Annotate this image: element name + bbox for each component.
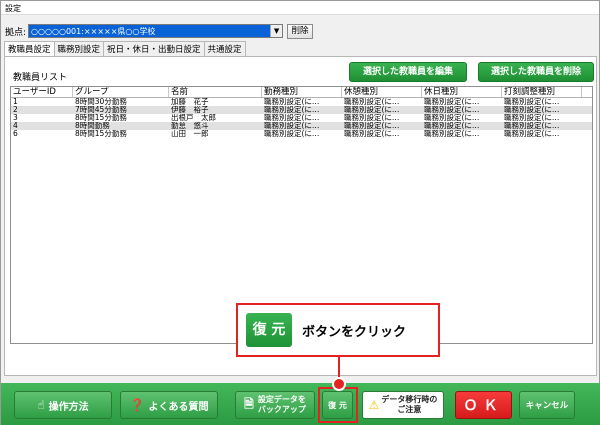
cell-user-id: 2 [13, 106, 18, 114]
cell-stamp-type: 職務別設定(に… [504, 98, 560, 106]
cell-stamp-type: 職務別設定(に… [504, 130, 560, 138]
cell-group: 7時間45分勤務 [75, 106, 127, 114]
column-header[interactable]: 打刻調整種別 [502, 87, 582, 97]
callout-instruction: ボタンをクリック [302, 324, 407, 340]
cell-holiday-type: 職務別設定(に… [424, 114, 480, 122]
operations-guide-label: 操作方法 [48, 401, 89, 413]
tab-common-settings[interactable]: 共通設定 [203, 41, 246, 56]
cell-group: 8時間15分勤務 [75, 130, 127, 138]
cell-holiday-type: 職務別設定(に… [424, 122, 480, 130]
table-row[interactable]: 2 7時間45分勤務 伊藤 裕子 職務別設定(に… 職務別設定(に… 職務別設定… [11, 106, 592, 114]
table-row[interactable]: 3 8時間15分勤務 出根戸 太郎 職務別設定(に… 職務別設定(に… 職務別設… [11, 114, 592, 122]
cell-work-type: 職務別設定(に… [264, 130, 320, 138]
warning-icon: ⚠ [368, 398, 380, 412]
table-row[interactable]: 4 8時間勤務 勤怠 悠斗 職務別設定(に… 職務別設定(に… 職務別設定(に…… [11, 122, 592, 130]
restore-highlight-frame [318, 387, 358, 423]
tab-staff-settings[interactable]: 教職員設定 [4, 41, 55, 57]
cell-name: 勤怠 悠斗 [171, 122, 209, 130]
cell-stamp-type: 職務別設定(に… [504, 122, 560, 130]
cell-user-id: 6 [13, 130, 18, 138]
hand-pointer-icon: ☝ [37, 398, 45, 412]
cell-stamp-type: 職務別設定(に… [504, 114, 560, 122]
cell-holiday-type: 職務別設定(に… [424, 98, 480, 106]
cell-user-id: 3 [13, 114, 18, 122]
cell-group: 8時間15分勤務 [75, 114, 127, 122]
tab-job-settings[interactable]: 職務別設定 [53, 41, 105, 56]
ok-button[interactable]: ＯＫ [455, 391, 512, 419]
column-header[interactable]: グループ [73, 87, 169, 97]
chevron-down-icon[interactable]: ▼ [270, 25, 283, 37]
cell-break-type: 職務別設定(に… [344, 122, 400, 130]
operations-guide-button[interactable]: ☝ 操作方法 [14, 391, 112, 419]
cell-user-id: 1 [13, 98, 18, 106]
delete-selected-staff-button[interactable]: 選択した教職員を削除 [478, 62, 594, 82]
cell-holiday-type: 職務別設定(に… [424, 130, 480, 138]
faq-label: よくある質問 [148, 401, 209, 413]
cell-work-type: 職務別設定(に… [264, 122, 320, 130]
cancel-button[interactable]: キャンセル [519, 391, 575, 419]
backup-settings-button[interactable]: 🗎 設定データを バックアップ [235, 391, 315, 419]
cell-work-type: 職務別設定(に… [264, 106, 320, 114]
backup-label-line2: バックアップ [257, 405, 306, 414]
faq-icon: ❓ [129, 398, 145, 412]
backup-label-line1: 設定データを [257, 395, 306, 404]
cell-holiday-type: 職務別設定(に… [424, 106, 480, 114]
cell-user-id: 4 [13, 122, 18, 130]
cell-name: 加藤 花子 [171, 98, 209, 106]
site-dropdown[interactable]: ○○○○○001:×××××県○○学校 ▼ [28, 24, 284, 38]
column-header[interactable]: 名前 [169, 87, 262, 97]
callout-pointer-dot [332, 377, 346, 391]
backup-label: 設定データを バックアップ [258, 395, 306, 415]
cell-name: 山田 一郎 [171, 130, 209, 138]
notice-label: データ移行時の ご注意 [381, 395, 437, 415]
site-label: 拠点: [5, 27, 27, 38]
callout-restore-badge: 復 元 [246, 313, 292, 347]
table-row[interactable]: 6 8時間15分勤務 山田 一郎 職務別設定(に… 職務別設定(に… 職務別設定… [11, 130, 592, 138]
faq-button[interactable]: ❓ よくある質問 [120, 391, 218, 419]
cell-break-type: 職務別設定(に… [344, 98, 400, 106]
cell-break-type: 職務別設定(に… [344, 130, 400, 138]
data-migration-notice-button[interactable]: ⚠ データ移行時の ご注意 [362, 391, 444, 419]
site-selected-value[interactable]: ○○○○○001:×××××県○○学校 [29, 25, 271, 37]
tab-holiday-settings[interactable]: 祝日・休日・出勤日設定 [103, 41, 205, 56]
site-selector-row: 拠点: ○○○○○001:×××××県○○学校 ▼ 削除 [5, 23, 314, 39]
cell-name: 伊藤 裕子 [171, 106, 209, 114]
delete-site-button[interactable]: 削除 [287, 23, 314, 39]
cell-work-type: 職務別設定(に… [264, 114, 320, 122]
settings-window: 設定 拠点: ○○○○○001:×××××県○○学校 ▼ 削除 教職員設定 職務… [0, 0, 600, 425]
table-row[interactable]: 1 8時間30分勤務 加藤 花子 職務別設定(に… 職務別設定(に… 職務別設定… [11, 98, 592, 106]
staff-table-header: ユーザーID グループ 名前 勤務種別 休憩種別 休日種別 打刻調整種別 [11, 87, 592, 98]
bottom-toolbar: ☝ 操作方法 ❓ よくある質問 🗎 設定データを バックアップ 復 元 ⚠ デー… [1, 383, 600, 425]
cell-break-type: 職務別設定(に… [344, 114, 400, 122]
settings-tabs: 教職員設定 職務別設定 祝日・休日・出勤日設定 共通設定 [4, 41, 246, 57]
cell-work-type: 職務別設定(に… [264, 98, 320, 106]
cell-stamp-type: 職務別設定(に… [504, 106, 560, 114]
cell-break-type: 職務別設定(に… [344, 106, 400, 114]
column-header[interactable]: 休日種別 [422, 87, 502, 97]
notice-label-line2: ご注意 [397, 405, 422, 414]
column-header[interactable]: ユーザーID [11, 87, 73, 97]
notice-label-line1: データ移行時の [381, 395, 438, 404]
staff-list-title: 教職員リスト [13, 73, 68, 83]
cell-name: 出根戸 太郎 [171, 114, 216, 122]
cell-group: 8時間30分勤務 [75, 98, 127, 106]
edit-selected-staff-button[interactable]: 選択した教職員を編集 [349, 62, 467, 82]
column-header[interactable]: 休憩種別 [342, 87, 422, 97]
backup-icon: 🗎 [244, 396, 254, 411]
cell-group: 8時間勤務 [75, 122, 110, 130]
restore-callout: 復 元 ボタンをクリック [236, 303, 440, 357]
column-header[interactable]: 勤務種別 [262, 87, 342, 97]
window-title: 設定 [1, 1, 599, 15]
